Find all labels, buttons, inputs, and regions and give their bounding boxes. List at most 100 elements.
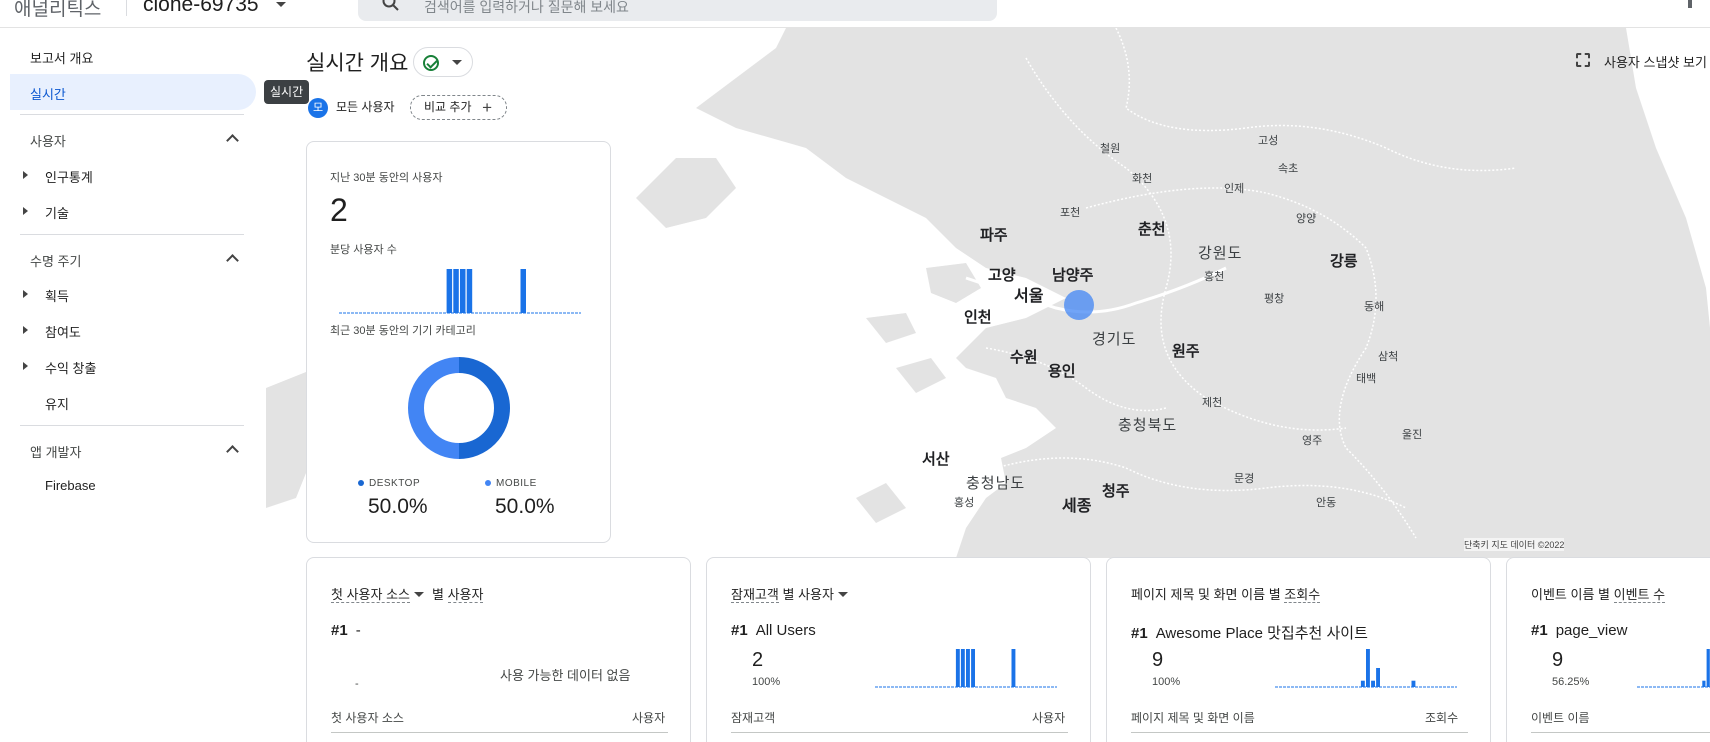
donut-slice-desktop[interactable] [458,357,510,459]
map-place-label: 강릉 [1330,253,1358,270]
chart-bar [466,269,473,313]
map-place-label: 남양주 [1052,267,1094,284]
sidebar-divider [20,425,244,426]
users-last-30-min-card: 지난 30분 동안의 사용자 2 분당 사용자 수 최근 30분 동안의 기기 … [306,141,611,543]
chart-bar [1011,649,1016,687]
donut-slice-mobile[interactable] [408,357,460,459]
sidebar-item-engagement[interactable]: 참여도 [45,322,81,341]
card-title[interactable]: 이벤트 이름 별 이벤트 수 [1531,584,1666,603]
top-item-percent: 100% [752,676,781,688]
chart-bar [460,269,466,313]
property-selector[interactable]: clone-69735 [143,0,259,17]
column-header-dimension: 페이지 제목 및 화면 이름 [1131,711,1255,725]
column-header-metric: 사용자 [632,711,666,725]
mobile-dot-icon [485,480,491,487]
map-place-label: 세종 [1062,498,1092,515]
sidebar-item-monetization[interactable]: 수익 창출 [45,358,96,377]
card-title[interactable]: 첫 사용자 소스 별 사용자 [331,584,484,603]
map-place-label: 용인 [1048,363,1076,380]
chart-bar [966,649,970,687]
map-place-label: 인제 [1224,183,1245,195]
map-place-label: 삼척 [1378,351,1399,363]
check-circle-icon [423,55,439,71]
map-place-label: 양양 [1296,213,1317,225]
map-place-label: 포천 [1060,207,1081,219]
expand-arrow-icon[interactable] [23,171,28,179]
sidebar-section-lifecycle[interactable]: 수명 주기 [30,251,81,270]
segment-label: 모든 사용자 [336,100,395,114]
sidebar-item-reports-overview[interactable]: 보고서 개요 [30,48,93,67]
expand-arrow-icon[interactable] [23,290,28,298]
topbar-divider [126,0,127,16]
card-event-count-by-name: 이벤트 이름 별 이벤트 수 #1 page_view 9 56.25% 이벤트 … [1506,557,1710,742]
legend-desktop: DESKTOP [358,478,420,489]
card-views-by-page-title: 페이지 제목 및 화면 이름 별 조회수 #1 Awesome Place 맛집추… [1106,557,1491,742]
segment-chip-all-users[interactable]: 모 모든 사용자 [306,95,405,119]
apps-icon[interactable] [1688,0,1692,8]
table-divider [731,732,1068,733]
map-place-label: 파주 [980,227,1008,244]
map-place-label: 동해 [1364,301,1385,313]
map-place-label: 문경 [1234,473,1255,485]
sidebar-section-user[interactable]: 사용자 [30,131,66,150]
search-input[interactable]: 검색어를 입력하거나 질문해 보세요 [358,0,997,21]
sparkline-chart [875,649,1057,688]
page-title: 실시간 개요 [306,52,409,75]
sidebar-item-demographics[interactable]: 인구통계 [45,167,93,186]
top-item-percent: 100% [1152,676,1181,688]
chevron-down-icon [452,60,462,65]
analytics-app: 애널리틱스 clone-69735 검색어를 입력하거나 질문해 보세요 보고서… [0,0,1710,742]
card-title[interactable]: 잠재고객 별 사용자 [731,584,856,603]
map-place-label: 홍성 [954,497,975,509]
sidebar-item-firebase[interactable]: Firebase [45,478,96,493]
chart-bar [1376,668,1380,687]
map-place-label: 철원 [1100,143,1121,155]
sparkline-chart [1275,649,1457,688]
chart-bar [446,269,453,313]
add-comparison-button[interactable]: 비교 추가 + [410,95,507,120]
top-item: #1 Awesome Place 맛집추천 사이트 [1131,625,1368,642]
chart-bar [1702,680,1706,687]
map-place-label: 서산 [922,451,950,468]
top-item: #1 All Users [731,622,816,639]
chart-bar [1706,649,1710,687]
sidebar-divider [20,234,244,235]
expand-arrow-icon[interactable] [23,362,28,370]
map-place-label: 평창 [1264,293,1285,305]
card-users-by-audience: 잠재고객 별 사용자 #1 All Users 2 100% 잠재고객 사용자 [706,557,1091,742]
users-value: 2 [330,192,348,228]
map-place-label: 서울 [1014,288,1044,305]
device-donut-chart [408,357,510,459]
top-item-percent: 56.25% [1552,676,1590,688]
chart-bar [1360,680,1365,687]
chevron-down-icon [837,592,848,598]
view-user-snapshot-button[interactable]: 사용자 스냅샷 보기 [1604,52,1707,71]
legend-mobile: MOBILE [485,478,537,489]
mobile-share: 50.0% [495,495,555,518]
active-user-marker[interactable] [1064,290,1094,320]
map-place-label: 충청남도 [966,475,1026,492]
sidebar-item-realtime-label: 실시간 [30,87,66,102]
property-dropdown-icon[interactable] [276,2,286,7]
sidebar-item-retention[interactable]: 유지 [45,394,69,413]
expand-arrow-icon[interactable] [23,326,28,334]
column-header-dimension: 첫 사용자 소스 [331,711,404,725]
table-divider [331,732,668,733]
sidebar-section-app-developer[interactable]: 앱 개발자 [30,442,81,461]
top-item: #1 page_view [1531,622,1628,639]
map-place-label: 경기도 [1092,331,1137,348]
map-place-label: 영주 [1302,435,1323,447]
card-title[interactable]: 페이지 제목 및 화면 이름 별 조회수 [1131,584,1321,603]
map-place-label: 강원도 [1198,245,1243,262]
app-name: 애널리틱스 [14,0,102,20]
expand-arrow-icon[interactable] [23,207,28,215]
chevron-down-icon [413,592,424,598]
sidebar-item-acquisition[interactable]: 획득 [45,286,69,305]
snapshot-icon[interactable] [1576,53,1590,67]
sidebar-divider [20,114,244,115]
plus-icon: + [482,98,492,117]
map-attribution[interactable]: 단축키 지도 데이터 ©2022 [1464,538,1565,551]
data-status-dropdown[interactable] [413,47,473,77]
sidebar-item-tech[interactable]: 기술 [45,203,69,222]
search-placeholder: 검색어를 입력하거나 질문해 보세요 [424,0,629,15]
